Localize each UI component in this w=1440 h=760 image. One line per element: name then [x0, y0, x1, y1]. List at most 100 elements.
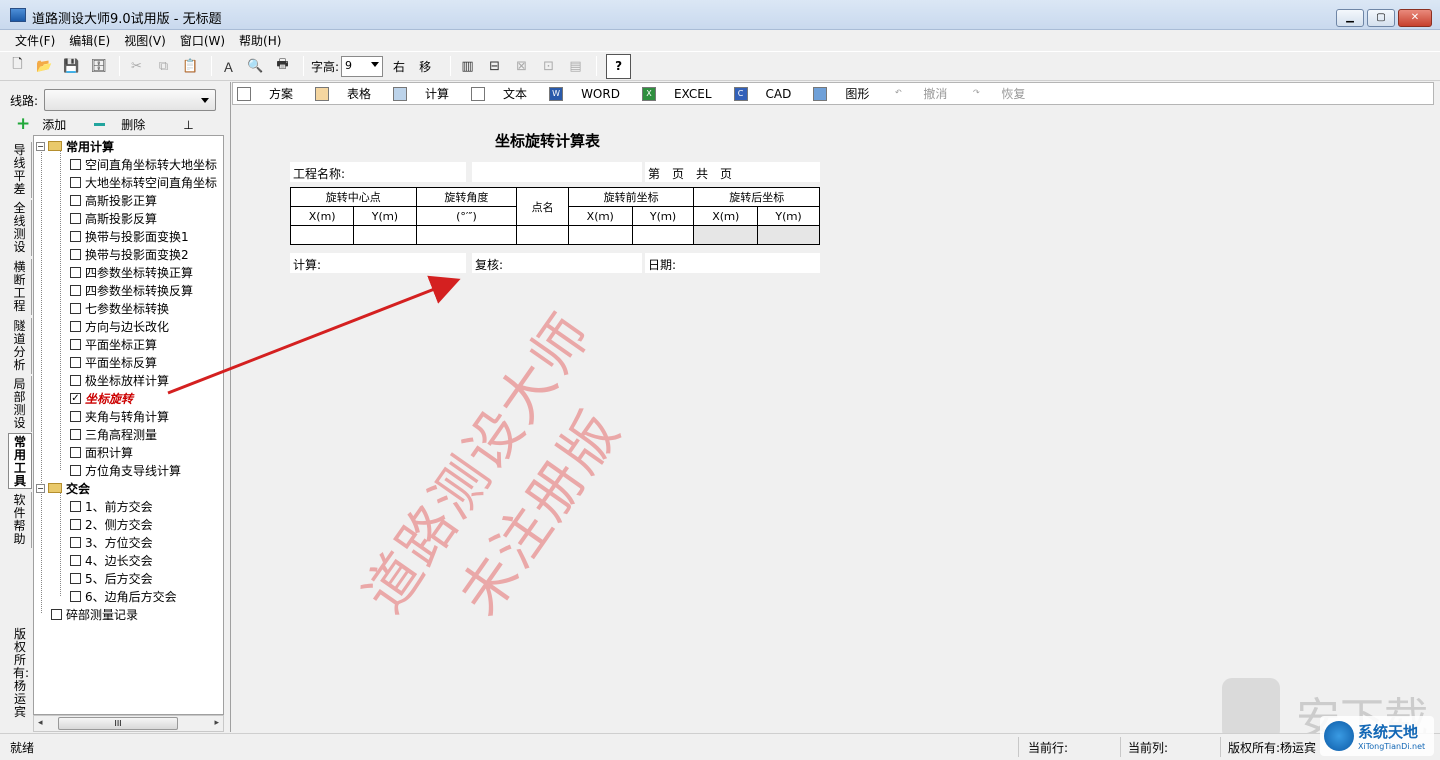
checkbox[interactable]: [70, 446, 81, 458]
print-icon[interactable]: 🖶: [271, 55, 294, 78]
delete-button[interactable]: 删除: [121, 116, 145, 133]
minimize-button[interactable]: ▁: [1336, 9, 1364, 27]
tree-item-detail-survey[interactable]: 碎部测量记录: [51, 605, 138, 623]
tab-full-line[interactable]: 全线测设: [8, 200, 32, 256]
calculate-button[interactable]: 计算: [389, 85, 449, 102]
checkbox[interactable]: [70, 500, 81, 512]
cell-before-y[interactable]: [631, 225, 695, 245]
tree-item[interactable]: 平面坐标正算: [70, 335, 157, 353]
maximize-button[interactable]: ▢: [1367, 9, 1395, 27]
paste-icon[interactable]: 📋: [179, 55, 202, 78]
checkbox[interactable]: [70, 428, 81, 440]
pin-icon[interactable]: ⊥: [183, 118, 193, 132]
tree-item[interactable]: 空间直角坐标转大地坐标: [70, 155, 217, 173]
table-icon[interactable]: ▤: [564, 55, 587, 78]
scroll-right-icon[interactable]: ▸: [214, 718, 219, 728]
tree-item[interactable]: 三角高程测量: [70, 425, 157, 443]
text-button[interactable]: 文本: [467, 85, 527, 102]
insert-row-icon[interactable]: ⊟: [483, 55, 506, 78]
tree-item[interactable]: 3、方位交会: [70, 533, 153, 551]
checkbox[interactable]: [51, 608, 62, 620]
merge-cells-icon[interactable]: ⊠: [510, 55, 533, 78]
tree-item[interactable]: 七参数坐标转换: [70, 299, 169, 317]
menu-window[interactable]: 窗口(W): [173, 30, 232, 50]
checkbox[interactable]: [70, 248, 81, 260]
menu-help[interactable]: 帮助(H): [232, 30, 288, 50]
checkbox[interactable]: [70, 374, 81, 386]
checkbox[interactable]: [70, 356, 81, 368]
undo-button[interactable]: ↶ 撤消: [887, 85, 947, 102]
tree-group-intersection[interactable]: − 交会: [36, 479, 90, 497]
tree-group-common[interactable]: − 常用计算: [36, 137, 114, 155]
route-combo[interactable]: [44, 89, 217, 111]
tree-item[interactable]: 4、边长交会: [70, 551, 153, 569]
tree-item[interactable]: 大地坐标转空间直角坐标: [70, 173, 217, 191]
cell-point-name[interactable]: [516, 225, 569, 245]
excel-button[interactable]: X EXCEL: [638, 86, 712, 101]
close-button[interactable]: ✕: [1398, 9, 1432, 27]
help-icon[interactable]: ?: [606, 53, 632, 79]
checkbox[interactable]: [70, 536, 81, 548]
tab-common-tools[interactable]: 常用工具: [8, 433, 32, 489]
save-all-icon[interactable]: 🗄: [87, 55, 110, 78]
cell-angle[interactable]: [415, 225, 518, 245]
print-preview-icon[interactable]: 🔍: [244, 55, 267, 78]
new-file-icon[interactable]: 🗋: [6, 55, 29, 78]
scroll-left-icon[interactable]: ◂: [38, 718, 43, 728]
checkbox[interactable]: [70, 176, 81, 188]
tree-item[interactable]: 方位角支导线计算: [70, 461, 181, 479]
tree-item[interactable]: 换带与投影面变换2: [70, 245, 189, 263]
graphic-button[interactable]: 图形: [809, 85, 869, 102]
page-setup-icon[interactable]: Ａ: [217, 55, 240, 78]
cut-icon[interactable]: ✂: [125, 55, 148, 78]
collapse-icon[interactable]: −: [36, 141, 45, 151]
scroll-thumb[interactable]: III: [58, 717, 178, 730]
insert-column-icon[interactable]: ▥: [456, 55, 479, 78]
tree-item[interactable]: 极坐标放样计算: [70, 371, 169, 389]
checkbox[interactable]: [70, 572, 81, 584]
checkbox[interactable]: [70, 230, 81, 242]
tree-item[interactable]: 高斯投影正算: [70, 191, 157, 209]
cell-center-x[interactable]: [289, 225, 355, 245]
delete-icon[interactable]: [94, 123, 106, 126]
add-button[interactable]: 添加: [42, 116, 66, 133]
checkbox[interactable]: [70, 194, 81, 206]
tab-cross-section[interactable]: 横断工程: [8, 259, 32, 315]
tab-software-help[interactable]: 软件帮助: [8, 492, 32, 548]
tree-item[interactable]: 2、侧方交会: [70, 515, 153, 533]
table-button[interactable]: 表格: [311, 85, 371, 102]
tree-item[interactable]: 换带与投影面变换1: [70, 227, 189, 245]
tree-item[interactable]: ✓ 坐标旋转: [70, 389, 133, 407]
tree-item[interactable]: 平面坐标反算: [70, 353, 157, 371]
tree-item[interactable]: 四参数坐标转换正算: [70, 263, 193, 281]
project-name-field[interactable]: [472, 162, 642, 182]
add-icon[interactable]: +: [16, 116, 30, 133]
tree-horizontal-scrollbar[interactable]: ◂ III ▸: [33, 715, 224, 732]
checkbox[interactable]: [70, 410, 81, 422]
checkbox[interactable]: [70, 464, 81, 476]
checkbox[interactable]: [70, 338, 81, 350]
cad-button[interactable]: C CAD: [730, 86, 791, 101]
word-button[interactable]: W WORD: [545, 86, 620, 101]
tree-item[interactable]: 高斯投影反算: [70, 209, 157, 227]
tab-tunnel[interactable]: 隧道分析: [8, 318, 32, 374]
move-button[interactable]: 移: [419, 58, 431, 75]
tab-local-survey[interactable]: 局部测设: [8, 376, 32, 432]
save-icon[interactable]: 💾: [60, 55, 83, 78]
checkbox[interactable]: [70, 266, 81, 278]
checkbox[interactable]: [70, 320, 81, 332]
font-height-select[interactable]: 9: [341, 55, 384, 77]
right-button[interactable]: 右: [393, 58, 405, 75]
tree-item[interactable]: 夹角与转角计算: [70, 407, 169, 425]
checkbox[interactable]: ✓: [70, 392, 81, 404]
tree-item[interactable]: 四参数坐标转换反算: [70, 281, 193, 299]
scheme-button[interactable]: 方案: [233, 85, 293, 102]
tab-traverse-adjust[interactable]: 导线平差: [8, 142, 32, 198]
open-folder-icon[interactable]: 📂: [33, 55, 56, 78]
split-cells-icon[interactable]: ⊡: [537, 55, 560, 78]
checkbox[interactable]: [70, 284, 81, 296]
menu-file[interactable]: 文件(F): [8, 30, 62, 50]
checkbox[interactable]: [70, 212, 81, 224]
tree-item[interactable]: 方向与边长改化: [70, 317, 169, 335]
tree-item[interactable]: 5、后方交会: [70, 569, 153, 587]
